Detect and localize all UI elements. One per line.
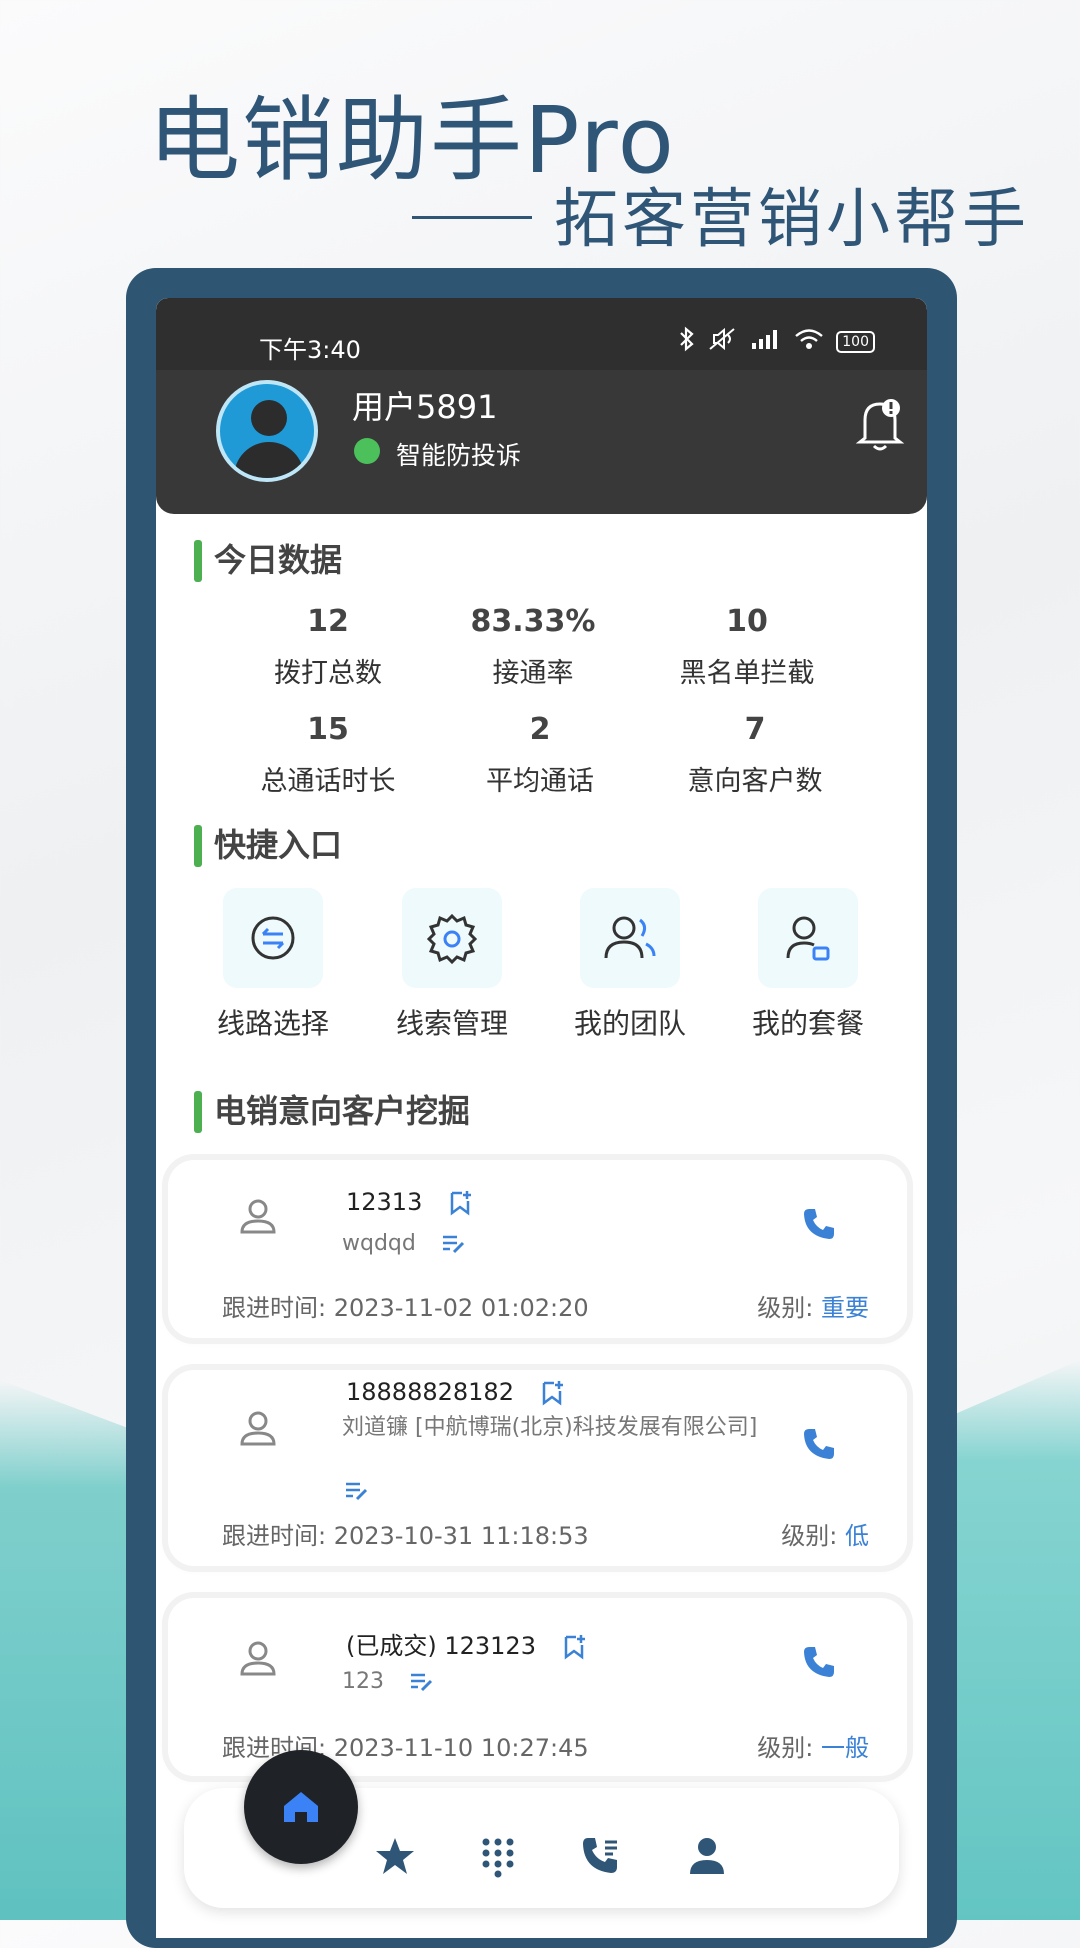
user-name: 用户5891	[352, 388, 498, 426]
stat-label: 黑名单拦截	[679, 658, 815, 689]
lead-description: wqdqd	[342, 1228, 762, 1260]
quick-lead-management[interactable]: 线索管理	[377, 888, 527, 1042]
stat-label: 平均通话	[486, 766, 594, 797]
stat-value: 12	[307, 604, 349, 639]
stat-blacklist: 10 黑名单拦截	[647, 604, 847, 690]
profile-icon[interactable]	[685, 1834, 729, 1878]
bluetooth-icon	[678, 326, 696, 358]
quick-entry-title: 快捷入口	[194, 823, 342, 867]
promo-subtitle: 拓客营销小帮手	[412, 168, 1030, 260]
status-bar: 下午3:40 100	[156, 298, 927, 370]
lead-description: 刘道镰 [中航博瑞(北京)科技发展有限公司]	[342, 1415, 758, 1440]
battery-icon: 100	[836, 331, 875, 353]
lead-number: 18888828182	[346, 1378, 564, 1407]
call-log-icon[interactable]	[579, 1834, 623, 1878]
bookmark-add-icon[interactable]	[540, 1379, 564, 1407]
status-dot	[354, 438, 380, 464]
leads-title: 电销意向客户挖掘	[194, 1089, 470, 1133]
bookmark-add-icon[interactable]	[562, 1633, 586, 1661]
promo-subtitle-text: 拓客营销小帮手	[554, 183, 1030, 257]
quick-label: 线索管理	[395, 1007, 508, 1040]
stat-value: 10	[726, 604, 768, 639]
stat-label: 拨打总数	[274, 658, 382, 689]
quick-route-select[interactable]: 线路选择	[198, 888, 348, 1042]
call-icon[interactable]	[801, 1206, 837, 1242]
lead-level: 级别: 一般	[757, 1734, 869, 1762]
home-icon	[284, 1792, 318, 1822]
stat-label: 接通率	[492, 658, 574, 689]
mute-vibrate-icon	[708, 327, 738, 357]
quick-label: 我的团队	[573, 1007, 686, 1040]
person-icon	[240, 1641, 276, 1676]
call-icon[interactable]	[801, 1426, 837, 1462]
stat-value: 7	[744, 712, 766, 747]
package-user-icon	[758, 888, 858, 988]
quick-my-team[interactable]: 我的团队	[555, 888, 705, 1042]
stat-calls: 12 拨打总数	[228, 604, 428, 690]
edit-note-icon[interactable]	[441, 1233, 467, 1255]
protection-status: 智能防投诉	[396, 441, 522, 470]
lead-number: (已成交) 123123	[346, 1626, 586, 1661]
lead-level: 级别: 低	[781, 1522, 869, 1550]
person-icon	[240, 1411, 276, 1446]
stat-value: 83.33%	[470, 604, 596, 639]
lead-description: 123	[342, 1666, 762, 1698]
lead-card[interactable]: 18888828182 刘道镰 [中航博瑞(北京)科技发展有限公司] 跟进时间:…	[168, 1370, 907, 1566]
stat-average-call: 2 平均通话	[440, 712, 640, 798]
wifi-icon	[794, 327, 824, 357]
stat-label: 意向客户数	[687, 766, 823, 797]
status-time: 下午3:40	[259, 336, 361, 364]
edit-note-icon[interactable]	[344, 1480, 370, 1502]
status-icons: 100	[678, 326, 875, 358]
route-switch-icon	[223, 888, 323, 988]
dialpad-icon[interactable]	[476, 1834, 520, 1878]
gear-icon	[402, 888, 502, 988]
lead-card[interactable]: 12313 wqdqd 跟进时间: 2023-11-02 01:02:20 级别…	[168, 1160, 907, 1338]
today-data-title: 今日数据	[194, 538, 342, 582]
stat-connect-rate: 83.33% 接通率	[433, 604, 633, 690]
nav-home-button[interactable]	[244, 1750, 358, 1864]
lead-level: 级别: 重要	[757, 1294, 869, 1322]
stat-label: 总通话时长	[260, 766, 396, 797]
lead-number: 12313	[346, 1188, 472, 1217]
user-header: 用户5891 智能防投诉	[156, 370, 927, 514]
quick-label: 我的套餐	[751, 1007, 864, 1040]
bookmark-add-icon[interactable]	[448, 1189, 472, 1217]
signal-icon	[750, 327, 782, 357]
edit-note-icon[interactable]	[409, 1671, 435, 1693]
avatar[interactable]	[216, 380, 318, 482]
star-icon[interactable]	[373, 1834, 417, 1878]
notification-bell-icon[interactable]	[855, 394, 905, 454]
follow-up-time: 跟进时间: 2023-10-31 11:18:53	[222, 1522, 589, 1550]
stat-intent-customers: 7 意向客户数	[655, 712, 855, 798]
stat-value: 15	[307, 712, 349, 747]
team-icon	[580, 888, 680, 988]
promo-dash	[412, 215, 532, 219]
level-value: 低	[845, 1522, 869, 1550]
quick-my-package[interactable]: 我的套餐	[733, 888, 883, 1042]
follow-up-time: 跟进时间: 2023-11-02 01:02:20	[222, 1294, 589, 1322]
call-icon[interactable]	[801, 1644, 837, 1680]
level-value: 一般	[821, 1734, 869, 1762]
stat-value: 2	[529, 712, 551, 747]
person-icon	[240, 1199, 276, 1234]
phone-screen: 下午3:40 100 用户5891 智能防投诉 今日数据 12 拨打总数 83.…	[156, 298, 927, 1938]
stat-total-duration: 15 总通话时长	[228, 712, 428, 798]
level-value: 重要	[821, 1294, 869, 1322]
quick-label: 线路选择	[216, 1007, 329, 1040]
